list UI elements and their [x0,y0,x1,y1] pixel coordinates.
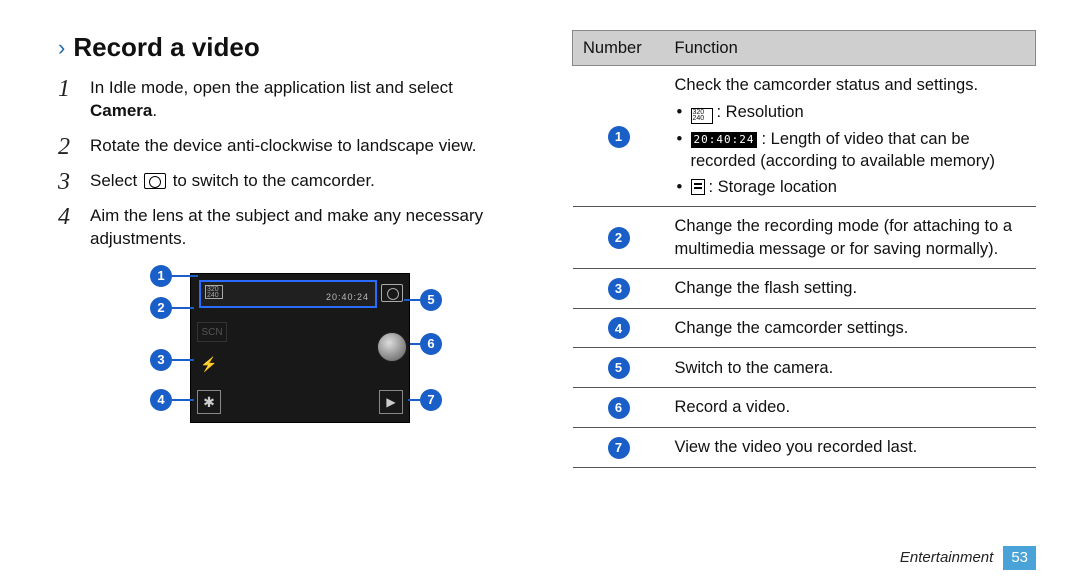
table-cell-number: 4 [573,308,665,348]
callout-4: 4 [150,389,172,411]
function-text: Record a video. [675,396,1026,418]
step-bold: Camera [90,101,152,120]
number-badge: 1 [608,126,630,148]
table-cell-number: 3 [573,268,665,308]
table-cell-number: 1 [573,66,665,207]
callout-6: 6 [420,333,442,355]
settings-gear-icon: ✱ [197,390,221,414]
callout-line [172,359,194,361]
function-table: Number Function 1 Check the camcorder sta… [572,30,1036,468]
table-header-function: Function [665,31,1036,66]
section-heading: › Record a video [58,30,522,65]
step-number: 2 [58,131,70,163]
resolution-icon: 320240 [205,285,223,299]
time-counter-icon: 20:40:24 [691,132,758,149]
function-text: Change the flash setting. [675,277,1026,299]
number-badge: 7 [608,437,630,459]
table-cell-function: Switch to the camera. [665,348,1036,388]
table-cell-function: Record a video. [665,388,1036,428]
number-badge: 4 [608,317,630,339]
step-2: 2 Rotate the device anti-clockwise to la… [58,135,522,158]
bullet-text: : Storage location [709,178,837,196]
bullet-item: 20:40:24: Length of video that can be re… [675,128,1026,173]
table-row: 5 Switch to the camera. [573,348,1036,388]
footer-page-number: 53 [1003,546,1036,570]
camera-icon [144,173,166,189]
callout-3: 3 [150,349,172,371]
heading-text: Record a video [73,30,259,65]
callout-7: 7 [420,389,442,411]
step-text: In Idle mode, open the application list … [90,78,453,97]
callout-line [404,299,420,301]
camcorder-diagram: 320240 20:40:24 SCN ⚡ ✱ ▶ 1 2 3 4 [58,263,522,453]
step-text: Aim the lens at the subject and make any… [90,206,483,248]
callout-5: 5 [420,289,442,311]
record-button-icon [377,332,407,362]
table-cell-function: Change the flash setting. [665,268,1036,308]
number-badge: 3 [608,278,630,300]
table-cell-number: 6 [573,388,665,428]
step-number: 3 [58,166,70,198]
diagram-screen: 320240 20:40:24 SCN ⚡ ✱ ▶ [190,273,410,423]
number-badge: 6 [608,397,630,419]
step-text: Rotate the device anti-clockwise to land… [90,136,476,155]
step-3: 3 Select to switch to the camcorder. [58,170,522,193]
callout-2: 2 [150,297,172,319]
table-cell-number: 5 [573,348,665,388]
flash-icon: ⚡ [197,352,221,376]
table-row: 1 Check the camcorder status and settings… [573,66,1036,207]
callout-line [410,343,420,345]
table-cell-function: Change the camcorder settings. [665,308,1036,348]
table-row: 3 Change the flash setting. [573,268,1036,308]
callout-line [408,399,420,401]
function-text: Change the recording mode (for attaching… [675,215,1026,260]
callout-1: 1 [150,265,172,287]
step-list: 1 In Idle mode, open the application lis… [58,77,522,251]
resolution-icon: 320240 [691,108,713,124]
table-cell-function: View the video you recorded last. [665,427,1036,467]
table-cell-number: 2 [573,207,665,269]
table-row: 4 Change the camcorder settings. [573,308,1036,348]
time-remaining-icon: 20:40:24 [326,291,369,303]
function-text: Check the camcorder status and settings. [675,74,1026,96]
table-cell-function: Change the recording mode (for attaching… [665,207,1036,269]
storage-icon [691,179,705,195]
scene-mode-icon: SCN [197,322,227,342]
page-footer: Entertainment 53 [900,546,1036,570]
bullet-item: 320240: Resolution [675,101,1026,124]
table-header-number: Number [573,31,665,66]
switch-camera-icon [381,284,403,302]
bullet-item: : Storage location [675,176,1026,198]
chevron-right-icon: › [58,33,65,63]
table-cell-number: 7 [573,427,665,467]
table-row: 7 View the video you recorded last. [573,427,1036,467]
callout-line [172,275,198,277]
diagram-status-bar: 320240 20:40:24 [199,280,377,308]
step-text: Select [90,171,142,190]
function-text: View the video you recorded last. [675,436,1026,458]
bullet-text: : Resolution [717,103,804,121]
step-number: 4 [58,201,70,233]
table-row: 6 Record a video. [573,388,1036,428]
footer-section: Entertainment [900,548,993,568]
table-row: 2 Change the recording mode (for attachin… [573,207,1036,269]
step-number: 1 [58,73,70,105]
step-1: 1 In Idle mode, open the application lis… [58,77,522,123]
table-cell-function: Check the camcorder status and settings.… [665,66,1036,207]
callout-line [172,307,194,309]
function-bullets: 320240: Resolution 20:40:24: Length of vi… [675,101,1026,199]
callout-line [172,399,194,401]
function-text: Change the camcorder settings. [675,317,1026,339]
number-badge: 5 [608,357,630,379]
play-last-icon: ▶ [379,390,403,414]
step-4: 4 Aim the lens at the subject and make a… [58,205,522,251]
number-badge: 2 [608,227,630,249]
function-text: Switch to the camera. [675,357,1026,379]
